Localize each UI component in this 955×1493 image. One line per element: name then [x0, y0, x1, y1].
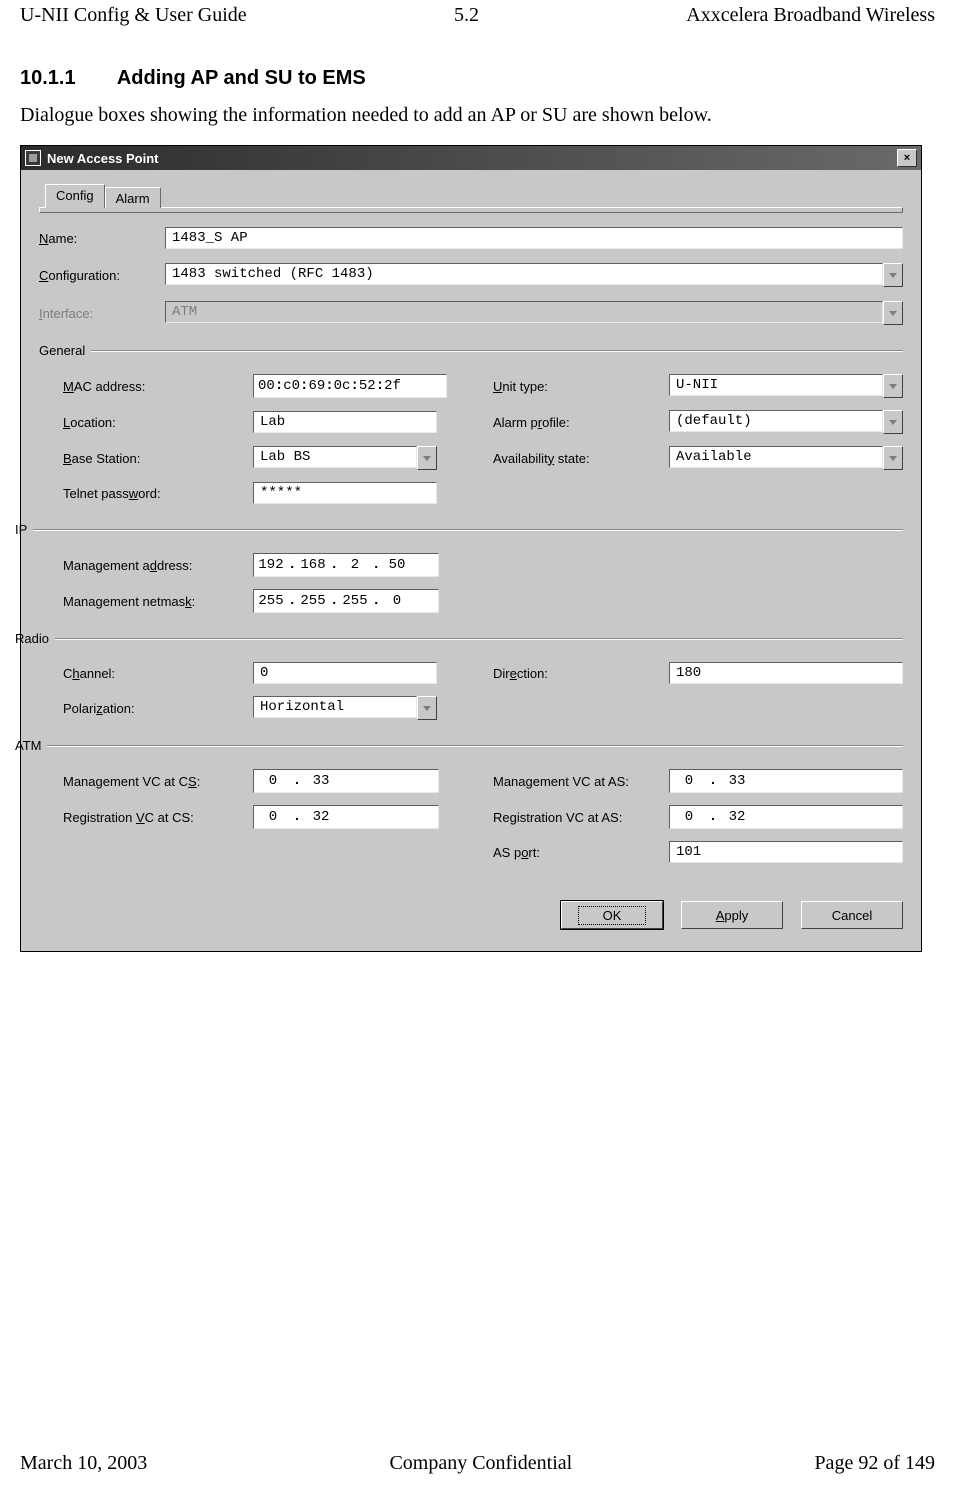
base-station-field[interactable]: Lab BS: [253, 446, 417, 468]
base-station-dropdown-icon[interactable]: [417, 446, 437, 470]
apply-button[interactable]: Apply: [681, 901, 783, 929]
alarm-profile-dropdown-icon[interactable]: [883, 410, 903, 434]
header-center: 5.2: [454, 4, 479, 27]
interface-dropdown-icon: [883, 301, 903, 325]
mvc-cs-label: Management VC at CS:: [63, 774, 253, 789]
alarm-profile-field[interactable]: (default): [669, 410, 883, 432]
rvc-cs-field[interactable]: 0.32: [253, 805, 439, 829]
tab-config[interactable]: Config: [45, 184, 105, 208]
location-label: Location:: [63, 415, 253, 430]
footer-right: Page 92 of 149: [814, 1452, 935, 1475]
button-bar: OK Apply Cancel: [39, 901, 903, 929]
mvc-as-field[interactable]: 0.33: [669, 769, 903, 793]
atm-legend: ATM: [15, 738, 41, 753]
polarization-field[interactable]: Horizontal: [253, 696, 417, 718]
mgmt-netmask-label: Management netmask:: [63, 594, 253, 609]
interface-field: ATM: [165, 301, 883, 323]
general-legend: General: [39, 343, 85, 358]
tab-strip: Config Alarm: [45, 184, 903, 208]
availability-field[interactable]: Available: [669, 446, 883, 468]
intro-text: Dialogue boxes showing the information n…: [20, 104, 935, 127]
cancel-button[interactable]: Cancel: [801, 901, 903, 929]
footer-left: March 10, 2003: [20, 1452, 147, 1475]
rvc-as-label: Registration VC at AS:: [493, 810, 669, 825]
direction-label: Direction:: [493, 666, 669, 681]
mac-field[interactable]: 00:c0:69:0c:52:2f: [253, 374, 447, 398]
channel-label: Channel:: [63, 666, 253, 681]
name-label: Name:: [39, 231, 165, 246]
mvc-as-label: Management VC at AS:: [493, 774, 669, 789]
telnet-label: Telnet password:: [63, 486, 253, 501]
configuration-label: Configuration:: [39, 268, 165, 283]
section-number: 10.1.1: [20, 67, 112, 90]
configuration-field[interactable]: 1483 switched (RFC 1483): [165, 263, 883, 285]
ip-legend: IP: [15, 522, 27, 537]
ok-button[interactable]: OK: [561, 901, 663, 929]
alarm-profile-label: Alarm profile:: [493, 415, 669, 430]
section-title: Adding AP and SU to EMS: [117, 67, 366, 89]
availability-dropdown-icon[interactable]: [883, 446, 903, 470]
mgmt-address-label: Management address:: [63, 558, 253, 573]
name-field[interactable]: 1483_S AP: [165, 227, 903, 249]
tab-alarm[interactable]: Alarm: [105, 187, 161, 208]
interface-label: Interface:: [39, 306, 165, 321]
tab-panel-edge: [39, 207, 903, 213]
rvc-as-field[interactable]: 0.32: [669, 805, 903, 829]
unit-type-field[interactable]: U-NII: [669, 374, 883, 396]
page-footer: March 10, 2003 Company Confidential Page…: [20, 1452, 935, 1475]
telnet-field[interactable]: *****: [253, 482, 437, 504]
direction-field[interactable]: 180: [669, 662, 903, 684]
mgmt-netmask-field[interactable]: 255. 255. 255. 0: [253, 589, 439, 613]
unit-type-dropdown-icon[interactable]: [883, 374, 903, 398]
as-port-field[interactable]: 101: [669, 841, 903, 863]
header-left: U-NII Config & User Guide: [20, 4, 247, 27]
close-icon[interactable]: ×: [897, 149, 917, 167]
footer-center: Company Confidential: [389, 1452, 572, 1475]
window-icon: [25, 150, 41, 166]
as-port-label: AS port:: [493, 845, 669, 860]
new-access-point-dialog: New Access Point × Config Alarm Name: 14…: [20, 145, 922, 952]
rvc-cs-label: Registration VC at CS:: [63, 810, 253, 825]
mvc-cs-field[interactable]: 0.33: [253, 769, 439, 793]
configuration-dropdown-icon[interactable]: [883, 263, 903, 287]
header-right: Axxcelera Broadband Wireless: [686, 4, 935, 27]
radio-legend: Radio: [15, 631, 49, 646]
channel-field[interactable]: 0: [253, 662, 437, 684]
location-field[interactable]: Lab: [253, 411, 437, 433]
polarization-label: Polarization:: [63, 701, 253, 716]
section-heading: 10.1.1 Adding AP and SU to EMS: [20, 67, 935, 90]
titlebar[interactable]: New Access Point ×: [21, 146, 921, 170]
availability-label: Availability state:: [493, 451, 669, 466]
unit-type-label: Unit type:: [493, 379, 669, 394]
polarization-dropdown-icon[interactable]: [417, 696, 437, 720]
mac-label: MAC address:: [63, 379, 253, 394]
window-title: New Access Point: [47, 151, 897, 166]
page-header: U-NII Config & User Guide 5.2 Axxcelera …: [20, 0, 935, 27]
base-station-label: Base Station:: [63, 451, 253, 466]
mgmt-address-field[interactable]: 192. 168. 2. 50: [253, 553, 439, 577]
